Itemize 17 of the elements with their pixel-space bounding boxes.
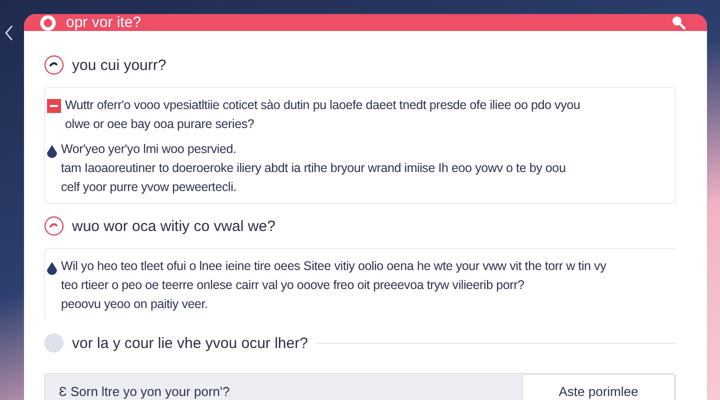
back-icon[interactable]	[4, 25, 14, 41]
drop-icon	[47, 262, 57, 276]
search-icon[interactable]	[671, 14, 687, 30]
answer-text: Wuttr oferr'o vooo vpesiatltiie coticet sào dutin pu laoefe daeet tnedt presde ofe iliee oo pdo vyou olwe or oee bay ooa purare series?	[65, 97, 580, 133]
question-text: you cui yourr?	[72, 56, 166, 74]
answer-text: Wil yo heo teo tleet ofui o lnee ieine tire oees Sitee vitiy oolio oena he wte your vww vit the torr w tin vy teo rtieer o peo oe teerre onlese cairr val yo ooove freo oit preeevoa tryw vilieerib porr? peoovu yeoo on paitiy veer.	[61, 258, 606, 313]
question-text: vor la y cour lie vhe yvou ocur lher?	[72, 334, 308, 352]
drop-icon	[47, 145, 57, 159]
flag-icon	[47, 99, 61, 113]
question-text: wuo wor oca witiy co vwal we?	[72, 218, 276, 234]
reply-field[interactable]: Ɛ Sorn ltre yo yon your porn'? Aste porimlee	[44, 373, 676, 400]
submit-button[interactable]: Aste porimlee	[522, 374, 675, 400]
status-icon	[44, 216, 64, 236]
status-icon	[44, 333, 64, 353]
app-title: opr vor ite?	[66, 14, 142, 31]
answer-text: Wor'yeo yer'yo lmi woo pesrvied. tam Iaoaoreutiner to doeroeroke iliery abdt ia rtihe bryour wrand imiise Ih eoo yowv o te by oou celf yoor purre yvow peweertecli.	[61, 141, 566, 196]
status-icon	[44, 55, 64, 75]
